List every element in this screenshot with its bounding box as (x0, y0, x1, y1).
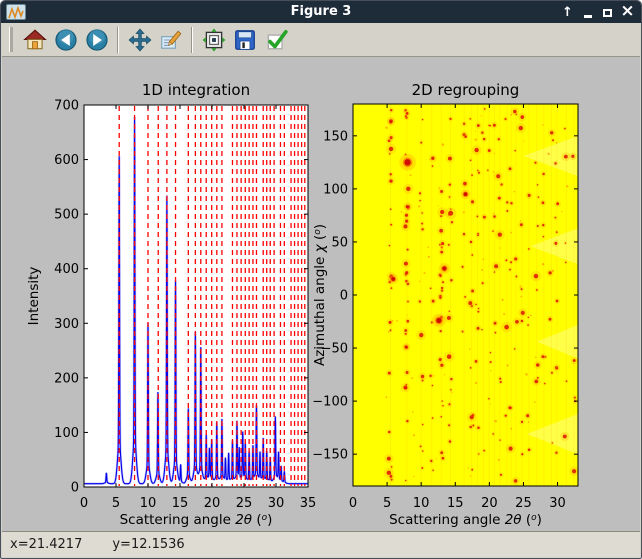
1d-integration-axes: 0 5 10 15 20 25 30 35 0 100 200 300 400 500 600 700 1D i… (26, 81, 316, 528)
pan-button[interactable] (125, 25, 154, 54)
maximize-button[interactable] (601, 4, 614, 20)
svg-text:5: 5 (112, 496, 120, 511)
cursor-y-readout: y=12.1536 (112, 537, 184, 552)
svg-text:Scattering angle 2θ (o): Scattering angle 2θ (o) (389, 512, 542, 528)
svg-text:300: 300 (54, 317, 79, 332)
svg-text:25: 25 (515, 496, 532, 511)
svg-text:600: 600 (54, 153, 79, 168)
shade-button[interactable]: ↑ (561, 4, 574, 20)
home-button[interactable] (20, 25, 49, 54)
apply-button[interactable] (261, 25, 290, 54)
edit-pencil-icon (159, 28, 183, 52)
svg-text:2D regrouping: 2D regrouping (412, 81, 520, 99)
svg-text:1D integration: 1D integration (142, 81, 250, 99)
svg-text:30: 30 (268, 496, 285, 511)
toolbar-separator (117, 27, 119, 53)
checkmark-icon (264, 28, 288, 52)
svg-text:400: 400 (54, 262, 79, 277)
svg-text:700: 700 (54, 99, 79, 114)
svg-text:35: 35 (300, 496, 317, 511)
close-icon: × (620, 3, 634, 20)
svg-text:5: 5 (383, 496, 391, 511)
2d-regrouping-axes: 051015202530−150−100−500501001502D regro… (312, 81, 579, 528)
close-button[interactable]: × (621, 4, 634, 20)
minimize-button[interactable] (581, 4, 594, 20)
svg-text:20: 20 (481, 496, 498, 511)
svg-text:15: 15 (172, 496, 189, 511)
svg-text:−150: −150 (312, 448, 348, 463)
minimize-icon (584, 15, 592, 18)
configure-subplots-button[interactable] (199, 25, 228, 54)
svg-text:500: 500 (54, 208, 79, 223)
back-arrow-icon (54, 28, 78, 52)
svg-text:0: 0 (71, 481, 79, 496)
titlebar-buttons: ↑ × (561, 1, 634, 23)
forward-arrow-icon (85, 28, 109, 52)
subplots-icon (202, 28, 226, 52)
figure-window: Figure 3 ↑ × (0, 0, 642, 559)
svg-text:200: 200 (54, 371, 79, 386)
cursor-x-readout: x=21.4217 (10, 537, 82, 552)
svg-text:0: 0 (80, 496, 88, 511)
svg-text:20: 20 (204, 496, 221, 511)
up-arrow-icon: ↑ (562, 6, 573, 19)
svg-text:100: 100 (323, 182, 348, 197)
svg-text:0: 0 (340, 289, 348, 304)
svg-text:10: 10 (413, 496, 430, 511)
svg-text:100: 100 (54, 426, 79, 441)
toolbar-separator (191, 27, 193, 53)
toolbar-grip[interactable] (9, 27, 13, 52)
save-button[interactable] (230, 25, 259, 54)
svg-text:Scattering angle 2θ (o): Scattering angle 2θ (o) (120, 512, 273, 528)
svg-text:Azimuthal angle χ (o): Azimuthal angle χ (o) (312, 224, 328, 366)
svg-text:0: 0 (349, 496, 357, 511)
plots-svg[interactable]: 0510152025303501002003004005006007001D i… (2, 57, 642, 532)
statusbar: x=21.4217 y=12.1536 (2, 531, 640, 557)
svg-text:25: 25 (236, 496, 253, 511)
pan-arrows-icon (128, 28, 152, 52)
plot-toolbar (2, 23, 640, 57)
svg-text:50: 50 (331, 235, 348, 250)
maximize-icon (603, 9, 612, 17)
svg-text:150: 150 (323, 129, 348, 144)
figure-canvas[interactable]: 0510152025303501002003004005006007001D i… (2, 57, 640, 532)
svg-text:30: 30 (549, 496, 566, 511)
svg-text:Intensity: Intensity (26, 267, 42, 326)
titlebar[interactable]: Figure 3 ↑ × (1, 1, 641, 23)
window-title: Figure 3 (1, 1, 641, 23)
svg-text:10: 10 (140, 496, 157, 511)
svg-text:15: 15 (447, 496, 464, 511)
svg-text:−100: −100 (312, 395, 348, 410)
back-button[interactable] (51, 25, 80, 54)
save-floppy-icon (233, 28, 257, 52)
edit-button[interactable] (156, 25, 185, 54)
home-icon (23, 28, 47, 52)
forward-button[interactable] (82, 25, 111, 54)
